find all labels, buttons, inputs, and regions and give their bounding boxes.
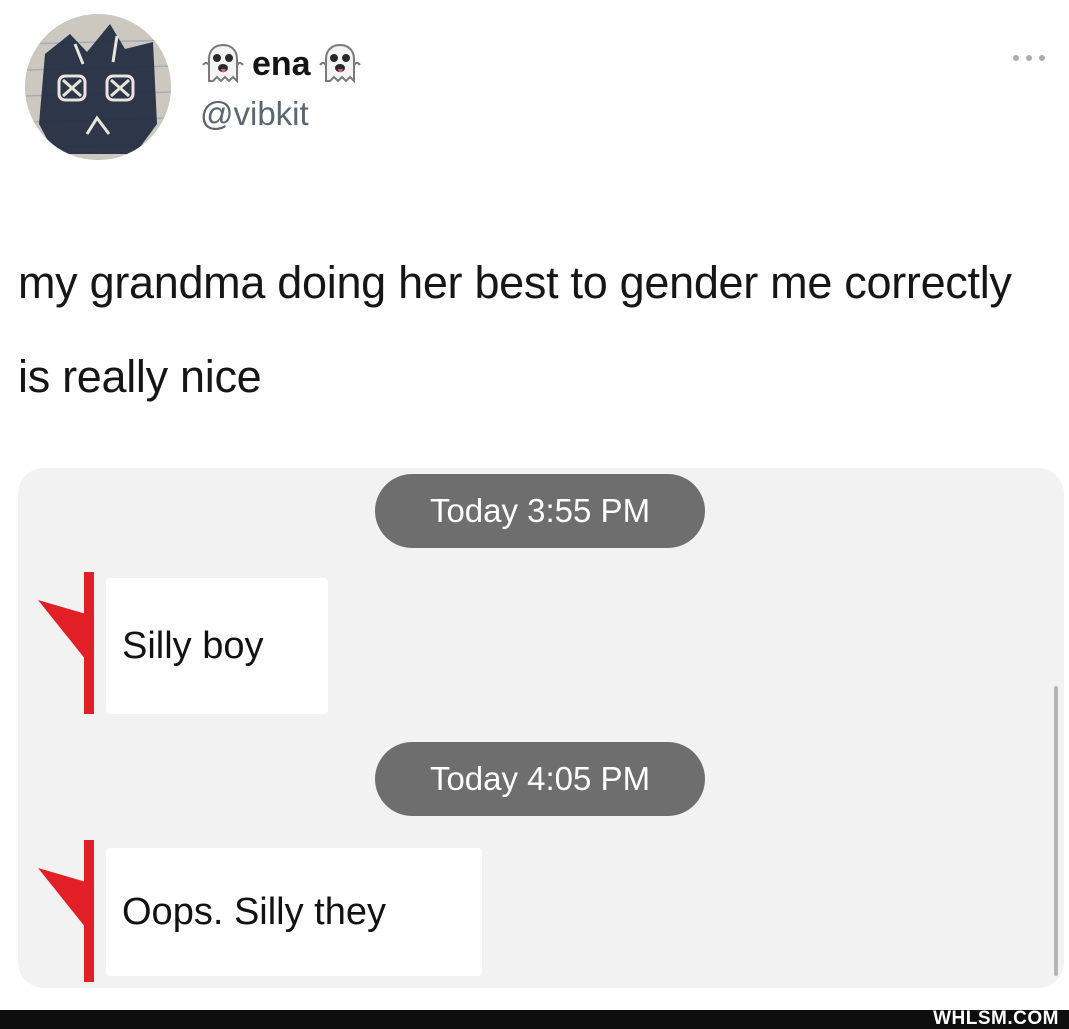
tweet-text: my grandma doing her best to gender me c… xyxy=(18,257,1012,402)
message-timestamp: Today 4:05 PM xyxy=(375,742,705,816)
user-handle[interactable]: @vibkit xyxy=(200,94,363,134)
ghost-icon xyxy=(200,41,246,87)
user-info: ena @vibkit xyxy=(200,42,363,134)
ghost-icon xyxy=(317,41,363,87)
display-name-row[interactable]: ena xyxy=(200,42,363,86)
message-bubble: Oops. Silly they xyxy=(106,848,482,976)
message-timestamp: Today 3:55 PM xyxy=(375,474,705,548)
watermark-bar: WHLSM.COM xyxy=(0,1008,1069,1029)
tweet-screenshot: ena @vibkit my grandma doing her best to… xyxy=(0,0,1069,1029)
more-dot xyxy=(1039,55,1045,61)
watermark: WHLSM.COM xyxy=(933,1008,1059,1029)
red-marker-icon xyxy=(38,840,94,982)
avatar[interactable] xyxy=(25,14,171,160)
more-dot xyxy=(1026,55,1032,61)
message-bubble: Silly boy xyxy=(106,578,328,714)
more-dot xyxy=(1013,55,1019,61)
more-icon[interactable] xyxy=(1013,50,1045,66)
red-marker-icon xyxy=(38,572,94,714)
scrollbar[interactable] xyxy=(1054,686,1058,976)
embedded-screenshot[interactable]: Today 3:55 PM Silly boy Today 4:05 PM Oo… xyxy=(18,468,1064,988)
display-name: ena xyxy=(252,45,311,83)
